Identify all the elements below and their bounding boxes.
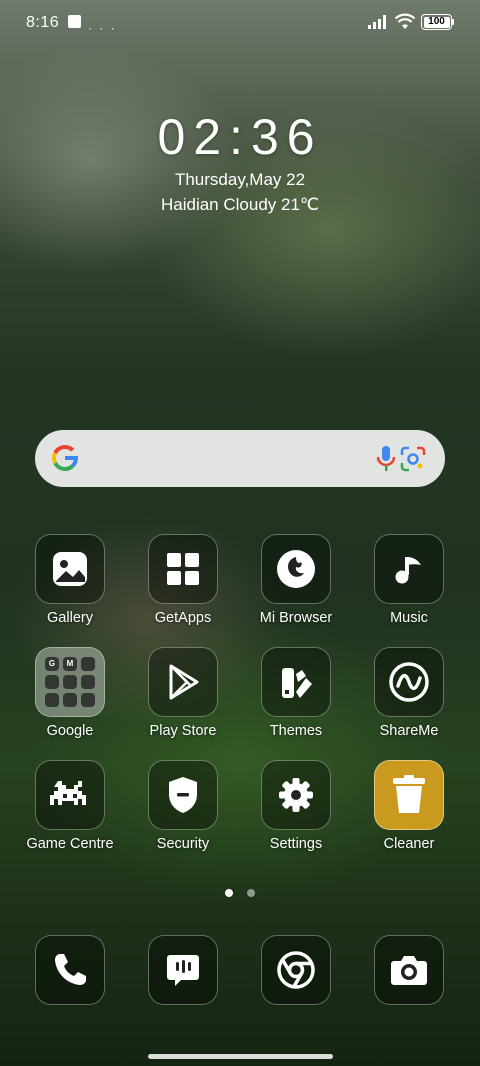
google-search-bar[interactable]	[35, 430, 445, 487]
gallery-icon	[35, 534, 105, 604]
app-label: Cleaner	[383, 836, 435, 852]
folder-pinwheel-app	[63, 693, 77, 707]
more-notifications-indicator: · · ·	[88, 21, 117, 35]
app-gallery[interactable]: Gallery	[15, 534, 125, 634]
app-label: Game Centre	[26, 836, 114, 852]
app-label: Music	[390, 610, 428, 626]
camera-icon[interactable]	[374, 935, 444, 1005]
app-label: Settings	[269, 836, 323, 852]
folder-google-app: G	[45, 657, 59, 671]
themes-icon	[261, 647, 331, 717]
app-label: Themes	[269, 723, 323, 739]
folder-youtube-app	[45, 675, 59, 689]
folder-mic-app	[81, 657, 95, 671]
folder-maps-app	[45, 693, 59, 707]
app-cleaner[interactable]: Cleaner	[354, 760, 464, 860]
app-label: GetApps	[154, 610, 212, 626]
battery-level: 100	[423, 16, 450, 28]
app-label: ShareMe	[379, 723, 439, 739]
status-time: 8:16	[26, 14, 60, 31]
app-game-centre[interactable]: Game Centre	[15, 760, 125, 860]
trash-icon	[374, 760, 444, 830]
folder-icon: G M	[35, 647, 105, 717]
chrome-icon[interactable]	[261, 935, 331, 1005]
battery-tip	[452, 19, 454, 25]
play-store-icon	[148, 647, 218, 717]
getapps-icon	[148, 534, 218, 604]
shareme-icon	[374, 647, 444, 717]
status-bar: 8:16 · · · 100	[0, 0, 480, 46]
app-label: Security	[156, 836, 210, 852]
clock-time[interactable]: 02:36	[0, 108, 480, 166]
app-play-store[interactable]: Play Store	[128, 647, 238, 747]
app-label: Mi Browser	[259, 610, 333, 626]
app-settings[interactable]: Settings	[241, 760, 351, 860]
google-g-icon	[52, 444, 79, 471]
wifi-icon	[395, 13, 415, 29]
app-themes[interactable]: Themes	[241, 647, 351, 747]
weather-text[interactable]: Haidian Cloudy 21℃	[0, 195, 480, 215]
home-screen: { "status_bar": { "time": "8:16", "batte…	[0, 0, 480, 1066]
settings-icon	[261, 760, 331, 830]
notification-icon	[68, 15, 81, 28]
folder-gmail-app: M	[63, 657, 77, 671]
signal-icon	[368, 15, 386, 29]
folder-google[interactable]: G M Google	[15, 647, 125, 747]
battery-icon: 100	[421, 14, 452, 30]
app-getapps[interactable]: GetApps	[128, 534, 238, 634]
folder-drive-app	[81, 693, 95, 707]
mic-icon[interactable]	[375, 444, 397, 474]
gesture-nav-bar[interactable]	[148, 1054, 333, 1059]
game-icon	[35, 760, 105, 830]
page-dot-active	[224, 889, 233, 897]
lens-icon[interactable]	[400, 446, 426, 472]
phone-icon[interactable]	[35, 935, 105, 1005]
folder-photos-app	[63, 675, 77, 689]
clock-date[interactable]: Thursday,May 22	[0, 170, 480, 190]
app-music[interactable]: Music	[354, 534, 464, 634]
app-mi-browser[interactable]: Mi Browser	[241, 534, 351, 634]
app-label: Google	[46, 723, 94, 739]
page-dot	[247, 889, 256, 897]
browser-icon	[261, 534, 331, 604]
app-label: Play Store	[149, 723, 217, 739]
app-security[interactable]: Security	[128, 760, 238, 860]
messages-icon[interactable]	[148, 935, 218, 1005]
app-shareme[interactable]: ShareMe	[354, 647, 464, 747]
folder-music-app	[81, 675, 95, 689]
security-icon	[148, 760, 218, 830]
music-icon	[374, 534, 444, 604]
page-indicator	[0, 884, 480, 902]
app-label: Gallery	[47, 610, 93, 626]
